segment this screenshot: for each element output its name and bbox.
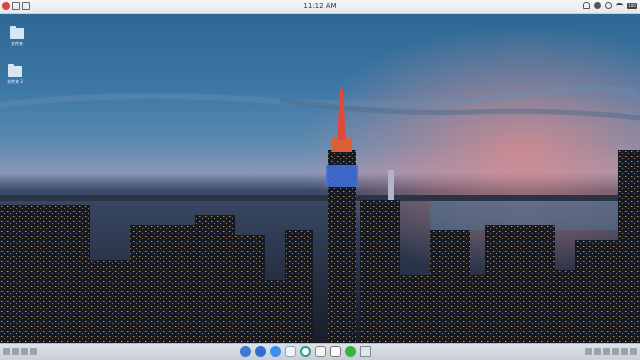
tray-icon[interactable]	[621, 348, 628, 355]
folder-icon	[10, 26, 24, 39]
battery-icon[interactable]: 100	[627, 2, 637, 9]
tray-icon[interactable]	[585, 348, 592, 355]
desktop-folder-2[interactable]: 文件夹 2	[0, 64, 30, 85]
file-manager-icon[interactable]	[285, 346, 296, 357]
bottom-dock	[0, 343, 640, 360]
edit-icon[interactable]	[330, 346, 341, 357]
settings-icon[interactable]	[605, 2, 612, 9]
tray-icon[interactable]	[21, 348, 28, 355]
user-icon[interactable]	[594, 2, 601, 9]
notification-icon[interactable]	[583, 2, 590, 9]
tray-icon[interactable]	[603, 348, 610, 355]
tray-icon[interactable]	[594, 348, 601, 355]
wechat-icon[interactable]	[345, 346, 356, 357]
desktop-icon-label: 文件夹	[11, 41, 23, 46]
launcher-icon[interactable]	[240, 346, 251, 357]
document-icon[interactable]	[315, 346, 326, 357]
browser-icon[interactable]	[270, 346, 281, 357]
trash-icon[interactable]	[360, 346, 371, 357]
folder-icon	[8, 64, 22, 77]
desktop-icon-label: 文件夹 2	[7, 79, 23, 84]
tray-icon[interactable]	[612, 348, 619, 355]
top-panel: 11:12 AM 100	[0, 0, 640, 14]
desktop-folder-1[interactable]: 文件夹	[2, 26, 32, 47]
tray-icon[interactable]	[3, 348, 10, 355]
tray-icon[interactable]	[630, 348, 637, 355]
tray-icon[interactable]	[30, 348, 37, 355]
tray-icon[interactable]	[12, 348, 19, 355]
chrome-icon[interactable]	[300, 346, 311, 357]
desktop-wallpaper	[0, 0, 640, 360]
finder-icon[interactable]	[255, 346, 266, 357]
clock[interactable]: 11:12 AM	[0, 2, 640, 10]
wifi-icon[interactable]	[616, 3, 623, 8]
